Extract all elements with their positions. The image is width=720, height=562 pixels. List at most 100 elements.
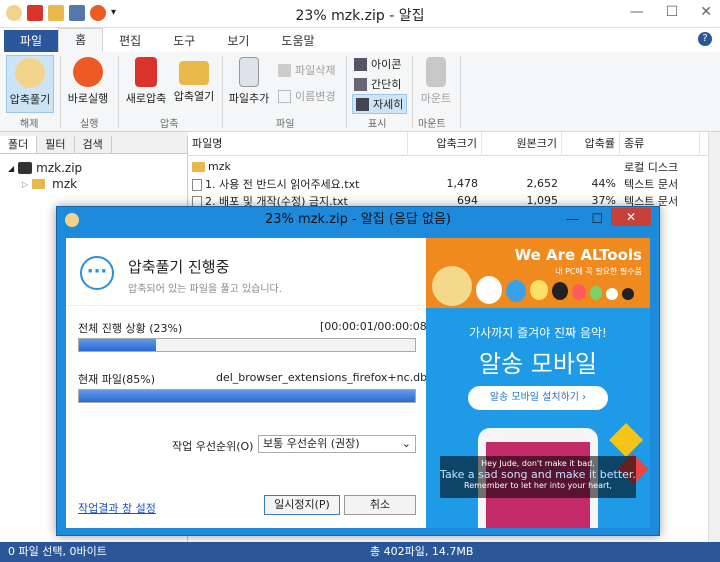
- mount-button[interactable]: 마운트: [416, 55, 456, 106]
- rename-icon: [278, 89, 291, 103]
- column-ratio[interactable]: 압축률: [562, 131, 620, 156]
- progress-spinner-icon: ···: [80, 256, 114, 290]
- overall-progress-label: 전체 진행 상황 (23%): [78, 322, 183, 335]
- current-progress-fill: [79, 390, 415, 402]
- lyric-line-3: Remember to let her into your heart,: [464, 481, 612, 490]
- pause-button[interactable]: 일시정지(P): [264, 495, 340, 515]
- status-selection: 0 파일 선택, 0바이트: [8, 545, 107, 558]
- table-row[interactable]: mzk 로컬 디스크: [188, 158, 718, 175]
- dialog-title: 23% mzk.zip - 알집 (응답 없음): [265, 212, 451, 227]
- ribbon-tabs: 파일 홈 편집 도구 보기 도움말: [0, 28, 720, 52]
- collapse-icon[interactable]: ◢: [8, 164, 14, 173]
- original-size: 2,652: [526, 177, 559, 190]
- cancel-button[interactable]: 취소: [344, 495, 416, 515]
- column-original-size[interactable]: 원본크기: [482, 131, 562, 156]
- ribbon-separator: [60, 56, 61, 128]
- expand-icon[interactable]: ▷: [22, 180, 28, 189]
- folder-icon: [192, 162, 205, 172]
- rename-button[interactable]: 이름변경: [278, 88, 335, 104]
- tab-search[interactable]: 검색: [75, 136, 112, 153]
- lyric-line-1: Hey Jude, don't make it bad.: [481, 459, 595, 468]
- open-zip-button[interactable]: 압축열기: [170, 55, 218, 104]
- delete-file-button[interactable]: 파일삭제: [278, 62, 335, 78]
- extract-label: 압축풀기: [9, 93, 51, 106]
- title-bar: ▾ 23% mzk.zip - 알집 — ☐ ✕: [0, 0, 720, 28]
- dialog-close-button[interactable]: ✕: [611, 208, 651, 226]
- column-type[interactable]: 종류: [620, 131, 700, 156]
- details-icon: [356, 97, 369, 111]
- run-button[interactable]: 바로실행: [64, 55, 112, 106]
- mount-label: 마운트: [420, 92, 452, 105]
- zip-file-icon: [135, 57, 157, 87]
- dialog-header: ··· 압축풀기 진행중 압축되어 있는 파일을 풀고 있습니다.: [66, 238, 426, 306]
- view-detail-button[interactable]: 자세히: [352, 94, 408, 114]
- overall-time: [00:00:01/00:00:08]: [320, 320, 432, 333]
- ad-headline: 알송 모바일: [478, 350, 598, 378]
- ribbon-separator: [222, 56, 223, 128]
- run-label: 바로실행: [67, 92, 109, 105]
- close-icon[interactable]: ✕: [700, 4, 712, 20]
- priority-select[interactable]: 보통 우선순위 (권장) ⌄: [258, 435, 416, 453]
- tab-folder[interactable]: 폴더: [0, 136, 38, 153]
- maximize-icon[interactable]: ☐: [591, 207, 603, 233]
- new-zip-button[interactable]: 새로압축: [122, 55, 170, 106]
- tab-file[interactable]: 파일: [4, 30, 59, 52]
- table-row[interactable]: 1. 사용 전 반드시 읽어주세요.txt 1,478 2,652 44% 텍스…: [188, 175, 718, 192]
- column-packed-size[interactable]: 압축크기: [408, 131, 482, 156]
- ribbon-separator: [412, 56, 413, 128]
- view-icon-button[interactable]: 아이콘: [354, 56, 401, 72]
- tab-help[interactable]: 도움말: [265, 30, 330, 52]
- list-icon: [354, 77, 367, 91]
- current-file-label: 현재 파일(85%): [78, 373, 156, 386]
- tab-edit[interactable]: 편집: [103, 30, 157, 52]
- window-title: 23% mzk.zip - 알집: [295, 8, 425, 24]
- extract-button[interactable]: 압축풀기: [6, 55, 54, 113]
- add-file-button[interactable]: 파일추가: [226, 55, 272, 106]
- overall-progress-bar: [78, 338, 416, 352]
- add-file-label: 파일추가: [228, 92, 270, 105]
- tree-node-child[interactable]: ▷ mzk: [8, 176, 179, 192]
- help-icon[interactable]: ?: [698, 32, 712, 46]
- ad-banner-top[interactable]: We Are ALTools 내 PC에 꼭 필요한 필수품: [426, 238, 650, 308]
- view-icon-label: 아이콘: [371, 58, 402, 71]
- tab-filter[interactable]: 필터: [37, 136, 75, 153]
- packed-size: 1,478: [446, 177, 479, 190]
- ad-banner-bottom[interactable]: 가사까지 즐겨야 진짜 음악! 알송 모바일 알송 모바일 설치하기 › Hey…: [426, 308, 650, 528]
- dialog-body: ··· 압축풀기 진행중 압축되어 있는 파일을 풀고 있습니다. 전체 진행 …: [66, 238, 650, 528]
- extract-group-label: 해제: [20, 119, 39, 130]
- file-list-body: mzk 로컬 디스크 1. 사용 전 반드시 읽어주세요.txt 1,478 2…: [188, 156, 718, 209]
- tree-node-root[interactable]: ◢ mzk.zip: [8, 160, 179, 176]
- tab-view[interactable]: 보기: [211, 30, 265, 52]
- ribbon: 압축풀기 해제 바로실행 실행 새로압축 압축열기 압축 파일추가 파일삭제 이…: [0, 52, 720, 132]
- minimize-icon[interactable]: —: [566, 207, 579, 233]
- mount-group-label: 마운트: [418, 119, 446, 130]
- chevron-down-icon: ⌄: [401, 437, 411, 450]
- ribbon-separator: [118, 56, 119, 128]
- column-name[interactable]: 파일명: [188, 131, 408, 156]
- minimize-icon[interactable]: —: [630, 4, 644, 20]
- tab-home[interactable]: 홈: [58, 28, 104, 52]
- lyric-line-2: Take a sad song and make it better.: [440, 468, 636, 481]
- run-group-label: 실행: [80, 119, 99, 130]
- ad-brand: We Are ALTools: [514, 246, 642, 264]
- ribbon-separator: [346, 56, 347, 128]
- current-progress-bar: [78, 389, 416, 403]
- ratio: 44%: [591, 177, 616, 190]
- advertisement-panel[interactable]: We Are ALTools 내 PC에 꼭 필요한 필수품 가사까지 즐겨야 …: [426, 238, 650, 528]
- dialog-subtext: 압축되어 있는 파일을 풀고 있습니다.: [128, 284, 282, 295]
- file-type: 텍스트 문서: [624, 177, 679, 191]
- folder-tree: ◢ mzk.zip ▷ mzk: [0, 154, 187, 198]
- view-simple-button[interactable]: 간단히: [354, 76, 401, 92]
- zip-archive-icon: [18, 162, 33, 174]
- result-window-settings-link[interactable]: 작업결과 창 설정: [78, 500, 156, 516]
- file-name: mzk: [208, 160, 231, 173]
- folder-icon: [32, 179, 46, 189]
- lyrics-overlay: Hey Jude, don't make it bad. Take a sad …: [440, 456, 636, 498]
- maximize-icon[interactable]: ☐: [666, 4, 679, 20]
- priority-label: 작업 우선순위(O): [172, 440, 254, 453]
- ad-install-button[interactable]: 알송 모바일 설치하기 ›: [468, 386, 608, 410]
- mascot-characters-icon: [426, 264, 650, 308]
- tab-tools[interactable]: 도구: [157, 30, 211, 52]
- app-logo-icon: [65, 213, 79, 227]
- vertical-scrollbar[interactable]: [708, 132, 720, 542]
